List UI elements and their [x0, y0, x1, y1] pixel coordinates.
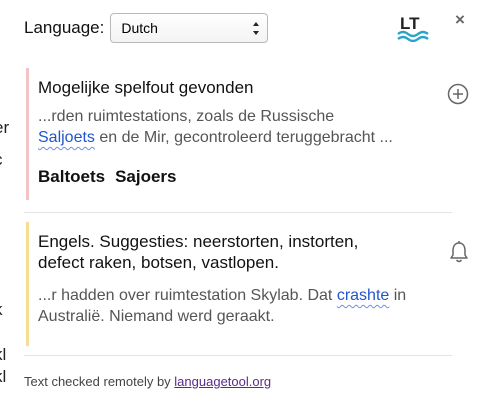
background-text: er — [0, 118, 10, 137]
plus-circle-icon[interactable] — [447, 83, 469, 105]
footer-divider — [24, 355, 452, 356]
match-title-line: Engels. Suggesties: neerstorten, instort… — [38, 232, 359, 251]
background-page-strip: er c k kl kl — [0, 0, 15, 403]
context-line: ...rden ruimtestations, zoals de Russisc… — [38, 108, 335, 125]
background-text: k — [0, 300, 3, 320]
suggestion-item[interactable]: Baltoets — [38, 167, 105, 187]
popup-header: Language: Dutch — [24, 13, 269, 43]
language-label: Language: — [24, 18, 105, 37]
match-title-line: defect raken, botsen, vastlopen. — [38, 253, 279, 272]
card-divider — [24, 212, 452, 213]
context-line: Australië. Niemand werd geraakt. — [38, 308, 275, 325]
language-select[interactable]: Dutch — [110, 13, 269, 43]
context-before: ...r hadden over ruimtestation Skylab. D… — [38, 287, 337, 304]
languagetool-link[interactable]: languagetool.org — [174, 374, 271, 389]
match-title: Mogelijke spelfout gevonden — [38, 78, 254, 97]
match-card-style: Engels. Suggesties: neerstorten, instort… — [26, 222, 468, 346]
footer-text: Text checked remotely by — [24, 374, 175, 389]
suggestion-item[interactable]: Sajoers — [115, 167, 176, 187]
language-select-value: Dutch — [121, 20, 158, 36]
match-card-spelling: Mogelijke spelfout gevonden ...rden ruim… — [26, 68, 469, 200]
background-text: kl — [0, 345, 7, 364]
context-after: en de Mir, gecontroleerd teruggebracht .… — [94, 129, 393, 146]
error-word[interactable]: Saljoets — [38, 129, 95, 146]
languagetool-popup: Language: Dutch LT × Mogelijke spelfout … — [14, 0, 500, 403]
select-arrows-icon — [253, 22, 260, 35]
background-text: kl — [0, 367, 7, 386]
bell-icon[interactable] — [448, 240, 470, 264]
context-after: in — [389, 287, 407, 304]
background-text: c — [0, 150, 3, 170]
error-word[interactable]: crashte — [337, 287, 389, 304]
match-title: Engels. Suggesties: neerstorten, instort… — [38, 231, 358, 273]
footer: Text checked remotely by languagetool.or… — [24, 374, 271, 389]
languagetool-logo-icon[interactable]: LT — [396, 12, 432, 42]
close-icon[interactable]: × — [455, 10, 465, 30]
suggestion-list: Baltoets Sajoers — [38, 167, 177, 187]
match-context: ...rden ruimtestations, zoals de Russisc… — [38, 106, 393, 148]
context-line: ...r hadden over ruimtestation Skylab. D… — [38, 285, 406, 306]
context-line: Saljoets en de Mir, gecontroleerd terugg… — [38, 127, 393, 148]
match-context: ...r hadden over ruimtestation Skylab. D… — [38, 285, 406, 327]
logo-text: LT — [400, 14, 420, 33]
